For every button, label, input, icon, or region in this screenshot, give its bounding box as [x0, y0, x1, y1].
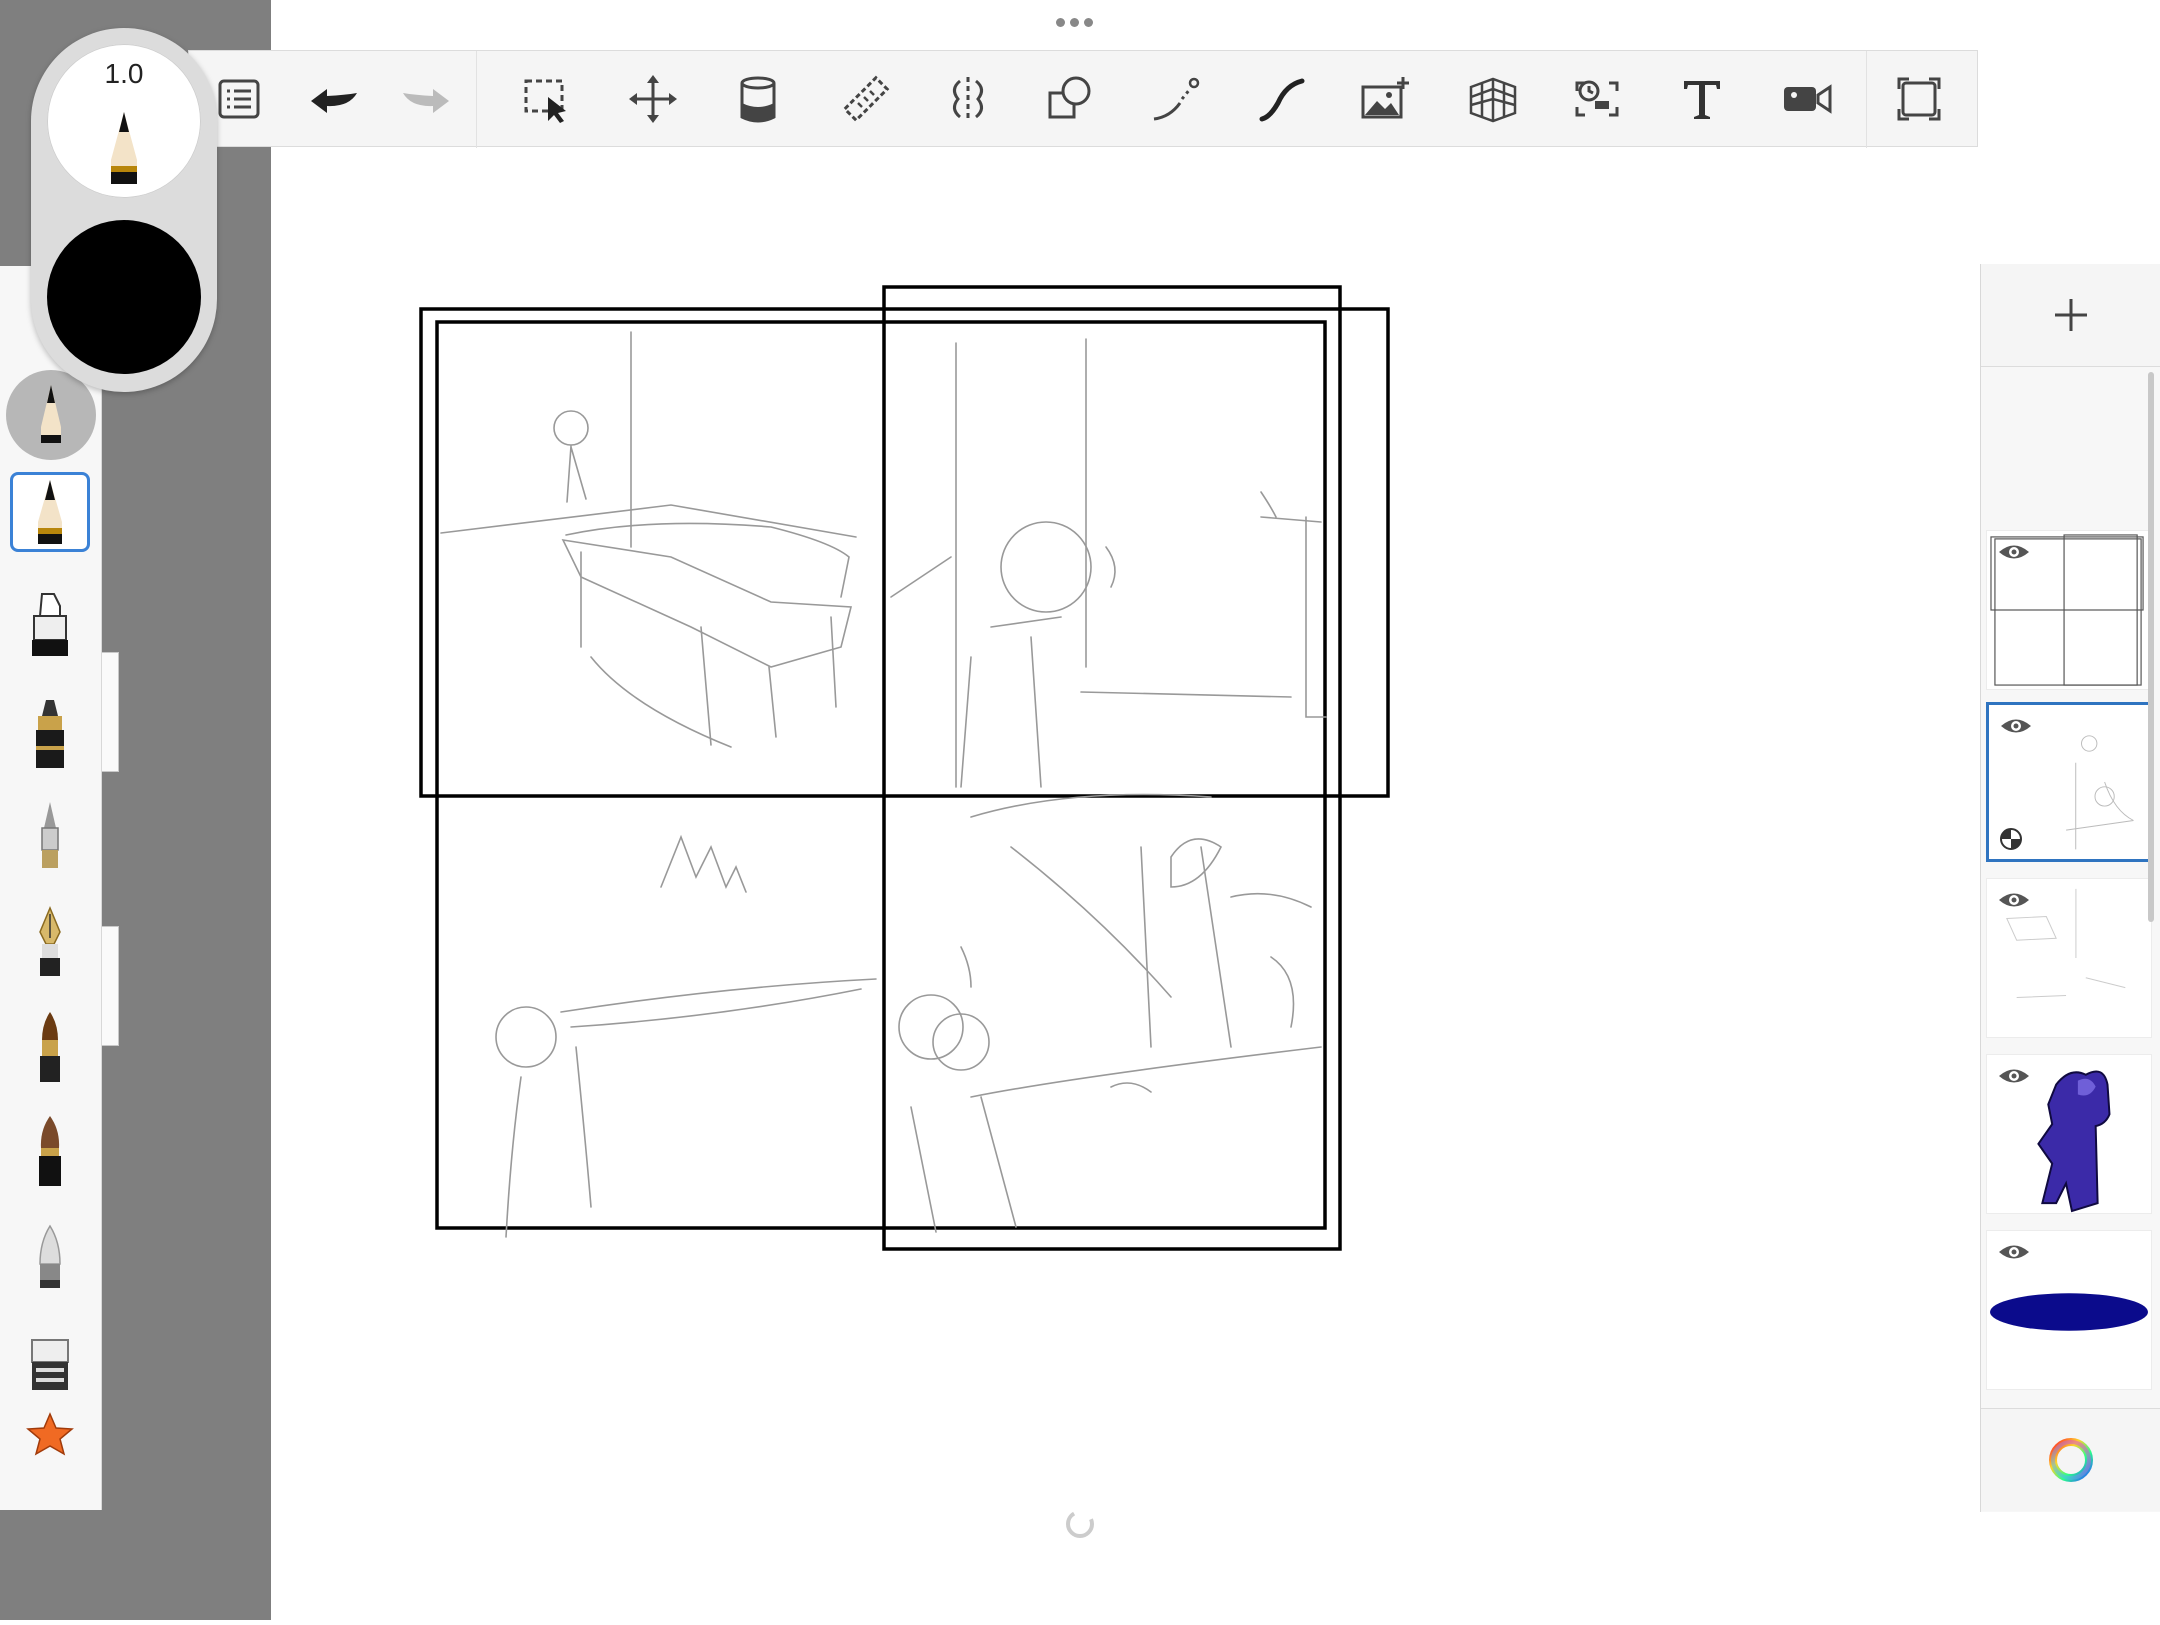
fountain-pen-icon [39, 906, 61, 976]
eye-icon[interactable] [1997, 889, 2031, 911]
marker-icon [32, 593, 68, 656]
list-icon [218, 79, 260, 119]
shapes-icon [1048, 76, 1091, 119]
layer-thumbnail-blue-shape[interactable] [1986, 1230, 2152, 1390]
color-wheel-icon [2048, 1438, 2093, 1482]
blend-mode-icon[interactable] [1999, 827, 2023, 851]
more-options-icon[interactable] [1056, 14, 1104, 27]
brush-technical-pen[interactable] [10, 796, 90, 876]
layer-thumbnail-sketch-2[interactable] [1986, 878, 2152, 1038]
curve-icon [1259, 78, 1305, 122]
layers-scrollbar[interactable] [2148, 372, 2154, 922]
add-layer-button[interactable] [1981, 264, 2160, 367]
curve-button[interactable] [1248, 65, 1316, 133]
import-image-button[interactable] [1351, 65, 1419, 133]
loading-spinner-icon [1060, 1504, 1100, 1544]
ruler-button[interactable] [832, 65, 900, 133]
brush-size-slider[interactable] [102, 652, 119, 772]
brush-library-panel [0, 266, 102, 1510]
video-camera-icon [1784, 84, 1832, 114]
pencil-icon [41, 385, 61, 443]
brush-marker[interactable] [10, 584, 90, 664]
brush-pencil-preview[interactable] [6, 370, 96, 460]
brush-pencil[interactable] [10, 472, 90, 552]
record-button[interactable] [1772, 65, 1840, 133]
fullscreen-icon [1897, 77, 1941, 121]
text-icon [1684, 81, 1720, 119]
perspective-guide-button[interactable] [1459, 65, 1527, 133]
redo-icon [403, 89, 449, 113]
favorites-button[interactable] [10, 1394, 90, 1474]
plus-icon [2054, 299, 2087, 331]
brush-paintbrush[interactable] [10, 1008, 90, 1088]
ink-pen-icon [36, 700, 64, 768]
eye-icon[interactable] [1997, 541, 2031, 563]
text-button[interactable] [1668, 65, 1736, 133]
shape-button[interactable] [1036, 65, 1104, 133]
brush-airbrush[interactable] [10, 1220, 90, 1300]
layer-thumbnail-panel-borders[interactable] [1986, 530, 2152, 690]
star-icon [26, 1412, 74, 1456]
color-puck[interactable] [47, 220, 201, 374]
move-icon [629, 75, 677, 123]
brush-watercolor[interactable] [10, 1112, 90, 1192]
paint-bucket-icon [740, 76, 776, 123]
selection-icon [524, 79, 566, 123]
brush-size-puck[interactable]: 1.0 [47, 44, 201, 198]
selection-button[interactable] [512, 65, 580, 133]
layer-thumbnail-sketch[interactable] [1986, 702, 2152, 862]
brush-ink-pen[interactable] [10, 694, 90, 774]
eraser-icon [31, 1339, 69, 1390]
color-picker-button[interactable] [1981, 1408, 2160, 1511]
stroke-button[interactable] [1142, 65, 1210, 133]
top-toolbar [188, 50, 1978, 148]
dotted-stroke-icon [1153, 77, 1200, 121]
watercolor-brush-icon [39, 1116, 61, 1186]
layers-panel [1980, 264, 2160, 1512]
pencil-icon [111, 112, 137, 184]
brush-eraser[interactable] [10, 1318, 90, 1398]
eye-icon[interactable] [1999, 715, 2033, 737]
undo-button[interactable] [299, 65, 367, 133]
brush-fountain-pen[interactable] [10, 902, 90, 982]
symmetry-button[interactable] [934, 65, 1002, 133]
technical-pen-icon [41, 802, 59, 868]
brush-opacity-slider[interactable] [102, 926, 119, 1046]
drawing-canvas[interactable] [271, 147, 1980, 1620]
time-lapse-button[interactable] [1563, 65, 1631, 133]
time-lapse-icon [1575, 80, 1619, 117]
redo-button[interactable] [393, 65, 461, 133]
canvas-artwork [419, 285, 1390, 1251]
fill-button[interactable] [724, 65, 792, 133]
airbrush-icon [39, 1224, 61, 1288]
symmetry-icon [953, 77, 983, 121]
fullscreen-button[interactable] [1885, 65, 1953, 133]
layer-thumbnail-character[interactable] [1986, 1054, 2152, 1214]
brush-size-value: 1.0 [104, 58, 144, 89]
undo-icon [311, 89, 357, 113]
ruler-icon [842, 75, 890, 123]
image-add-icon [1361, 77, 1409, 119]
eye-icon[interactable] [1997, 1241, 2031, 1263]
paintbrush-icon [40, 1012, 60, 1082]
perspective-grid-icon [1469, 77, 1517, 123]
transform-button[interactable] [619, 65, 687, 133]
pencil-icon [38, 480, 62, 544]
eye-icon[interactable] [1997, 1065, 2031, 1087]
